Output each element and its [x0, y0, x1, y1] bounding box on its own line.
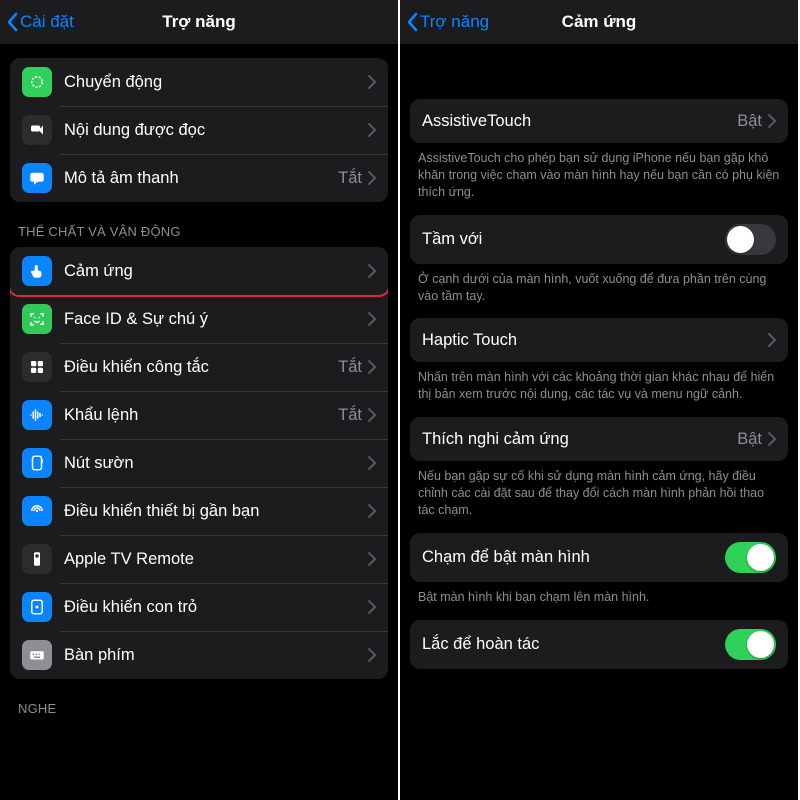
row-keyboard[interactable]: Bàn phím — [10, 631, 388, 679]
chevron-right-icon — [368, 123, 376, 137]
toggle-shake-undo[interactable] — [725, 629, 776, 660]
row-label: Điều khiển thiết bị gần bạn — [64, 502, 368, 521]
row-label: Tầm với — [422, 230, 725, 249]
row-label: Apple TV Remote — [64, 550, 368, 569]
chevron-left-icon — [406, 12, 418, 32]
chevron-right-icon — [368, 312, 376, 326]
row-label: Khẩu lệnh — [64, 406, 338, 425]
row-motion[interactable]: Chuyển động — [10, 58, 388, 106]
row-label: Điều khiển con trỏ — [64, 598, 368, 617]
phone-touch: Trợ năng Cảm ứng AssistiveTouch Bật Assi… — [400, 0, 800, 800]
chevron-right-icon — [368, 171, 376, 185]
row-label: Face ID & Sự chú ý — [64, 310, 368, 329]
row-label: Chạm để bật màn hình — [422, 548, 725, 567]
group-tapwake: Chạm để bật màn hình — [410, 533, 788, 582]
switch-icon — [22, 352, 52, 382]
row-label: Mô tả âm thanh — [64, 169, 338, 188]
row-faceid[interactable]: Face ID & Sự chú ý — [10, 295, 388, 343]
row-label: Cảm ứng — [64, 262, 368, 281]
chevron-right-icon — [368, 75, 376, 89]
toggle-reachability[interactable] — [725, 224, 776, 255]
group-assistive: AssistiveTouch Bật — [410, 99, 788, 143]
chevron-right-icon — [368, 552, 376, 566]
haptic-description: Nhấn trên màn hình với các khoảng thời g… — [400, 362, 798, 417]
chevron-right-icon — [368, 504, 376, 518]
accom-description: Nếu bạn gặp sự cố khi sử dụng màn hình c… — [400, 461, 798, 533]
row-assistivetouch[interactable]: AssistiveTouch Bật — [410, 99, 788, 143]
side-icon — [22, 448, 52, 478]
faceid-icon — [22, 304, 52, 334]
back-button[interactable]: Trợ năng — [406, 12, 489, 32]
row-voice[interactable]: Khẩu lệnhTắt — [10, 391, 388, 439]
row-tap-to-wake[interactable]: Chạm để bật màn hình — [410, 533, 788, 582]
content: Chuyển động Nội dung được đọc Mô tả âm tha… — [0, 44, 398, 800]
reach-description: Ở cạnh dưới của màn hình, vuốt xuống để … — [400, 264, 798, 319]
group-haptic: Haptic Touch — [410, 318, 788, 362]
row-appletv[interactable]: Apple TV Remote — [10, 535, 388, 583]
row-pointer[interactable]: Điều khiển con trỏ — [10, 583, 388, 631]
group-shake: Lắc để hoàn tác — [410, 620, 788, 669]
chevron-right-icon — [368, 360, 376, 374]
row-touch[interactable]: Cảm ứng — [10, 247, 388, 295]
toggle-tap-to-wake[interactable] — [725, 542, 776, 573]
row-label: Bàn phím — [64, 646, 368, 665]
row-reachability[interactable]: Tầm với — [410, 215, 788, 264]
chevron-right-icon — [768, 114, 776, 128]
speech-icon — [22, 115, 52, 145]
remote-icon — [22, 496, 52, 526]
touch-icon — [22, 256, 52, 286]
header: Cài đặt Trợ năng — [0, 0, 398, 44]
row-label: Nội dung được đọc — [64, 121, 368, 140]
chevron-left-icon — [6, 12, 18, 32]
row-label: Haptic Touch — [422, 331, 768, 350]
tapwake-description: Bật màn hình khi bạn chạm lên màn hình. — [400, 582, 798, 620]
row-haptic-touch[interactable]: Haptic Touch — [410, 318, 788, 362]
row-label: Thích nghi cảm ứng — [422, 430, 737, 449]
row-value: Bật — [737, 112, 762, 131]
voice-icon — [22, 400, 52, 430]
row-touch-accommodations[interactable]: Thích nghi cảm ứng Bật — [410, 417, 788, 461]
group-physical: Cảm ứng Face ID & Sự chú ý Điều khiển công… — [10, 247, 388, 679]
group-accommodations: Thích nghi cảm ứng Bật — [410, 417, 788, 461]
content: AssistiveTouch Bật AssistiveTouch cho ph… — [400, 44, 798, 800]
row-label: AssistiveTouch — [422, 112, 737, 131]
appletv-icon — [22, 544, 52, 574]
group-vision-last: Chuyển động Nội dung được đọc Mô tả âm tha… — [10, 58, 388, 202]
group-reachability: Tầm với — [410, 215, 788, 264]
header: Trợ năng Cảm ứng — [400, 0, 798, 44]
chevron-right-icon — [368, 600, 376, 614]
row-value: Tắt — [338, 169, 362, 188]
row-label: Chuyển động — [64, 73, 368, 92]
chevron-right-icon — [368, 648, 376, 662]
chevron-right-icon — [368, 408, 376, 422]
row-side[interactable]: Nút sườn — [10, 439, 388, 487]
assistive-description: AssistiveTouch cho phép bạn sử dụng iPho… — [400, 143, 798, 215]
row-value: Tắt — [338, 358, 362, 377]
row-label: Lắc để hoàn tác — [422, 635, 725, 654]
row-value: Tắt — [338, 406, 362, 425]
row-label: Điều khiển công tắc — [64, 358, 338, 377]
row-switch[interactable]: Điều khiển công tắcTắt — [10, 343, 388, 391]
chevron-right-icon — [368, 264, 376, 278]
row-label: Nút sườn — [64, 454, 368, 473]
phone-accessibility: Cài đặt Trợ năng Chuyển động Nội dung đượ… — [0, 0, 400, 800]
motion-icon — [22, 67, 52, 97]
row-value: Bật — [737, 430, 762, 449]
back-label: Trợ năng — [420, 12, 489, 32]
pointer-icon — [22, 592, 52, 622]
row-bubble[interactable]: Mô tả âm thanhTắt — [10, 154, 388, 202]
section-header-hearing: NGHE — [0, 679, 398, 724]
row-remote[interactable]: Điều khiển thiết bị gần bạn — [10, 487, 388, 535]
row-speech[interactable]: Nội dung được đọc — [10, 106, 388, 154]
keyboard-icon — [22, 640, 52, 670]
chevron-right-icon — [768, 432, 776, 446]
row-shake-to-undo[interactable]: Lắc để hoàn tác — [410, 620, 788, 669]
bubble-icon — [22, 163, 52, 193]
chevron-right-icon — [368, 456, 376, 470]
back-label: Cài đặt — [20, 12, 74, 32]
section-header-physical: THỂ CHẤT VÀ VẬN ĐỘNG — [0, 202, 398, 247]
back-button[interactable]: Cài đặt — [6, 12, 74, 32]
chevron-right-icon — [768, 333, 776, 347]
